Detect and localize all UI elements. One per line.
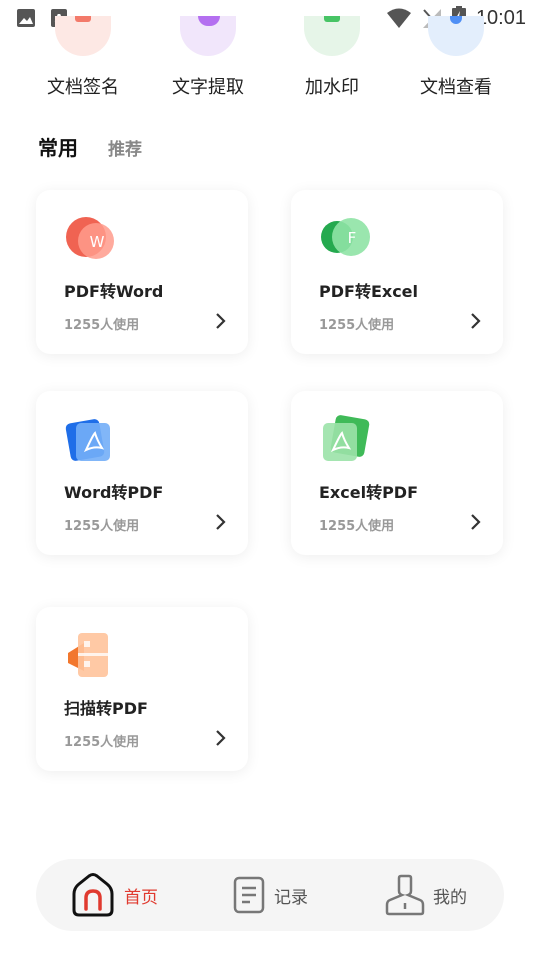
profile-icon (385, 874, 425, 916)
usage-count: 1255人使用 (64, 318, 140, 333)
chevron-right-icon (471, 514, 481, 530)
watermark-icon (304, 16, 360, 56)
sign-icon (55, 16, 111, 56)
chevron-right-icon (216, 730, 226, 746)
wifi-icon (386, 8, 411, 28)
card-pdf-to-word[interactable]: W PDF转Word 1255人使用 (36, 190, 248, 354)
records-icon (233, 876, 265, 914)
svg-text:F: F (348, 229, 357, 247)
tab-recommended[interactable]: 推荐 (108, 135, 142, 160)
home-icon (72, 873, 114, 917)
tool-label: 加水印 (305, 77, 359, 98)
usage-count: 1255人使用 (64, 735, 140, 750)
nav-home-label: 首页 (124, 887, 158, 908)
card-word-to-pdf[interactable]: Word转PDF 1255人使用 (36, 391, 248, 555)
chevron-right-icon (216, 313, 226, 329)
gallery-icon (17, 9, 35, 27)
pdf-green-icon (323, 415, 370, 461)
excel-icon: F (321, 218, 370, 256)
document-view-icon (428, 16, 484, 56)
nav-home[interactable]: 首页 (36, 872, 192, 918)
bottom-nav: 首页 记录 我的 (36, 859, 504, 931)
text-extract-icon (180, 16, 236, 56)
chevron-right-icon (471, 313, 481, 329)
card-scan-to-pdf[interactable]: 扫描转PDF 1255人使用 (36, 607, 248, 771)
word-icon: W (66, 217, 114, 259)
nav-mine-label: 我的 (433, 887, 467, 908)
card-title: Excel转PDF (319, 483, 419, 502)
svg-text:W: W (90, 233, 105, 251)
nav-mine[interactable]: 我的 (348, 874, 504, 916)
tab-common[interactable]: 常用 (38, 132, 78, 161)
tool-label: 文档查看 (420, 77, 492, 98)
card-pdf-to-excel[interactable]: F PDF转Excel 1255人使用 (291, 190, 503, 354)
nav-records[interactable]: 记录 (192, 876, 348, 914)
card-excel-to-pdf[interactable]: Excel转PDF 1255人使用 (291, 391, 503, 555)
chevron-right-icon (216, 514, 226, 530)
usage-count: 1255人使用 (319, 318, 395, 333)
section-tabs: 常用 推荐 (38, 132, 142, 161)
card-title: 扫描转PDF (64, 699, 148, 718)
nav-records-label: 记录 (274, 887, 308, 908)
pdf-blue-icon (65, 419, 110, 461)
tools-row: 文档签名 文字提取 加水印 文档查看 (0, 16, 540, 106)
card-title: Word转PDF (64, 483, 164, 502)
tool-label: 文档签名 (47, 77, 119, 98)
tool-label: 文字提取 (172, 77, 244, 98)
usage-count: 1255人使用 (319, 519, 395, 534)
card-title: PDF转Excel (319, 282, 419, 301)
scan-icon (68, 633, 108, 677)
card-title: PDF转Word (64, 282, 164, 301)
usage-count: 1255人使用 (64, 519, 140, 534)
